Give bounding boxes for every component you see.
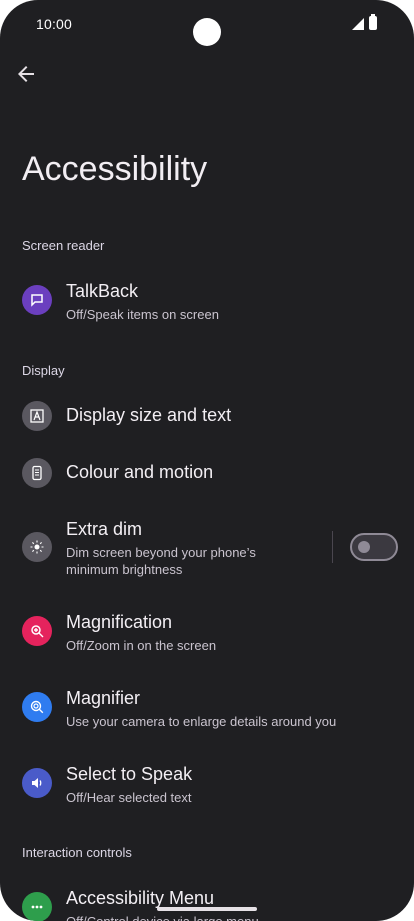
gesture-navigation-bar[interactable] bbox=[157, 907, 257, 911]
display-size-label: Display size and text bbox=[66, 405, 232, 425]
phone-icon bbox=[22, 458, 52, 488]
section-header-screen-reader: Screen reader bbox=[22, 238, 105, 253]
magnifier-label: Magnifier bbox=[66, 688, 141, 708]
zoom-icon bbox=[22, 616, 52, 646]
dots-icon bbox=[22, 892, 52, 921]
arrow-back-icon bbox=[18, 66, 34, 82]
extra-dim-subtitle-line2: minimum brightness bbox=[66, 562, 183, 577]
section-header-display: Display bbox=[22, 363, 65, 378]
extra-dim-toggle[interactable] bbox=[350, 533, 398, 561]
signal-icon bbox=[352, 18, 364, 30]
talkback-label: TalkBack bbox=[66, 281, 139, 301]
extra-dim-subtitle-line1: Dim screen beyond your phone’s bbox=[66, 545, 256, 560]
select-to-speak-label: Select to Speak bbox=[66, 764, 193, 784]
speaker-icon bbox=[22, 768, 52, 798]
list-item-select-to-speak[interactable]: Select to Speak Off/Hear selected text bbox=[0, 761, 414, 811]
list-item-magnifier[interactable]: Magnifier Use your camera to enlarge det… bbox=[0, 685, 414, 735]
brightness-icon bbox=[22, 532, 52, 562]
magnification-label: Magnification bbox=[66, 612, 173, 632]
section-header-interaction-controls: Interaction controls bbox=[22, 845, 132, 860]
battery-icon bbox=[369, 14, 377, 30]
list-item-colour-motion[interactable]: Colour and motion bbox=[0, 457, 414, 489]
magnifier-subtitle: Use your camera to enlarge details aroun… bbox=[66, 714, 337, 729]
page-title: Accessibility bbox=[22, 150, 208, 188]
phone-screen: 10:00 Accessibility Screen reader TalkBa… bbox=[0, 0, 414, 921]
magnification-subtitle: Off/Zoom in on the screen bbox=[66, 638, 217, 653]
magnifier-icon bbox=[22, 692, 52, 722]
list-item-accessibility-menu[interactable]: Accessibility Menu Off/Control device vi… bbox=[0, 885, 414, 921]
status-bar: 10:00 bbox=[0, 0, 414, 50]
accessibility-menu-subtitle: Off/Control device via large menu bbox=[66, 913, 259, 921]
list-item-magnification[interactable]: Magnification Off/Zoom in on the screen bbox=[0, 609, 414, 659]
chat-icon bbox=[22, 285, 52, 315]
list-item-talkback[interactable]: TalkBack Off/Speak items on screen bbox=[0, 278, 414, 328]
toggle-knob bbox=[358, 541, 370, 553]
extra-dim-label: Extra dim bbox=[66, 519, 143, 539]
text-a-icon bbox=[22, 401, 52, 431]
talkback-subtitle: Off/Speak items on screen bbox=[66, 307, 219, 322]
toggle-divider bbox=[332, 531, 333, 563]
select-to-speak-subtitle: Off/Hear selected text bbox=[66, 790, 192, 805]
list-item-display-size[interactable]: Display size and text bbox=[0, 400, 414, 432]
accessibility-menu-label: Accessibility Menu bbox=[66, 888, 215, 908]
camera-cutout bbox=[193, 18, 221, 46]
back-button[interactable] bbox=[14, 62, 38, 86]
status-time: 10:00 bbox=[36, 16, 73, 32]
colour-motion-label: Colour and motion bbox=[66, 462, 214, 482]
